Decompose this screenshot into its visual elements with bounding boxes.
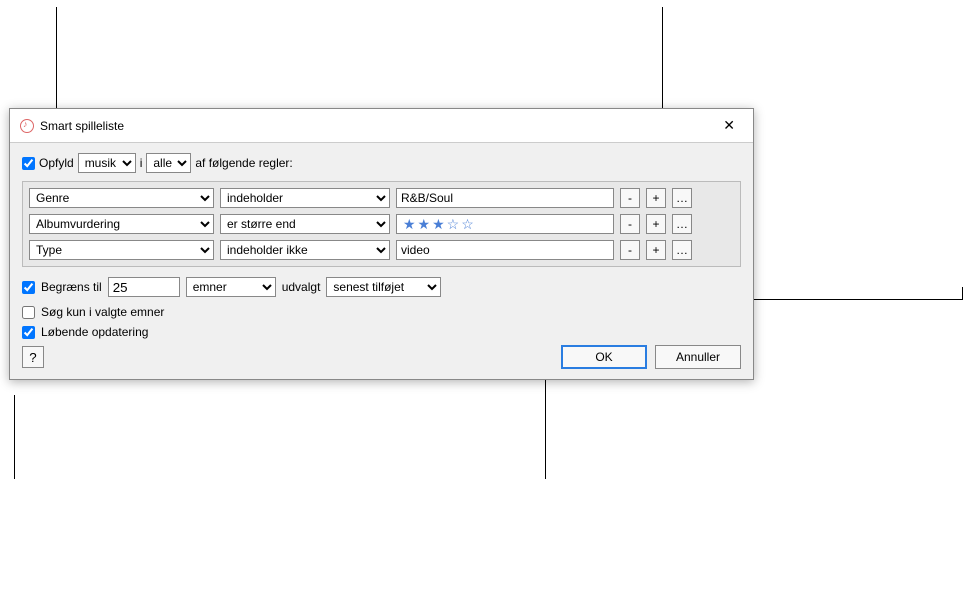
rule-value-input[interactable] — [396, 240, 614, 260]
rule-row: Albumvurdering er større end ★★★☆☆ - + … — [29, 214, 734, 234]
match-label-prefix: Opfyld — [39, 156, 74, 170]
live-update-checkbox[interactable] — [22, 326, 35, 339]
only-checked-checkbox[interactable] — [22, 306, 35, 319]
limit-row: Begræns til emner udvalgt senest tilføje… — [22, 277, 741, 297]
only-checked-label: Søg kun i valgte emner — [41, 305, 164, 319]
live-update-row: Løbende opdatering — [22, 325, 741, 339]
rule-operator-select[interactable]: indeholder — [220, 188, 390, 208]
limit-checkbox[interactable] — [22, 281, 35, 294]
limit-sort-select[interactable]: senest tilføjet — [326, 277, 441, 297]
limit-unit-select[interactable]: emner — [186, 277, 276, 297]
rule-field-select[interactable]: Type — [29, 240, 214, 260]
rule-value-input[interactable] — [396, 188, 614, 208]
rule-row: Genre indeholder - + … — [29, 188, 734, 208]
match-scope-select[interactable]: alle — [146, 153, 191, 173]
only-checked-row: Søg kun i valgte emner — [22, 305, 741, 319]
cancel-button[interactable]: Annuller — [655, 345, 741, 369]
titlebar: Smart spilleliste ✕ — [10, 109, 753, 143]
music-app-icon — [20, 119, 34, 133]
limit-selected-label: udvalgt — [282, 280, 321, 294]
remove-rule-button[interactable]: - — [620, 214, 640, 234]
rule-field-select[interactable]: Albumvurdering — [29, 214, 214, 234]
close-button[interactable]: ✕ — [715, 115, 743, 136]
rule-field-select[interactable]: Genre — [29, 188, 214, 208]
ok-button[interactable]: OK — [561, 345, 647, 369]
match-connector: i — [140, 156, 143, 170]
dialog-footer: ? OK Annuller — [22, 345, 741, 369]
add-rule-button[interactable]: + — [646, 214, 666, 234]
add-rule-button[interactable]: + — [646, 240, 666, 260]
dialog-title: Smart spilleliste — [40, 119, 124, 133]
match-row: Opfyld musik i alle af følgende regler: — [22, 153, 741, 173]
live-update-label: Løbende opdatering — [41, 325, 148, 339]
titlebar-left: Smart spilleliste — [20, 119, 124, 133]
limit-label: Begræns til — [41, 280, 102, 294]
add-rule-button[interactable]: + — [646, 188, 666, 208]
limit-value-input[interactable] — [108, 277, 180, 297]
rule-row: Type indeholder ikke - + … — [29, 240, 734, 260]
dialog-body: Opfyld musik i alle af følgende regler: … — [10, 143, 753, 379]
more-rule-button[interactable]: … — [672, 214, 692, 234]
rule-operator-select[interactable]: indeholder ikke — [220, 240, 390, 260]
more-rule-button[interactable]: … — [672, 240, 692, 260]
callout-line-bottomleft — [14, 395, 15, 479]
remove-rule-button[interactable]: - — [620, 188, 640, 208]
smart-playlist-dialog: Smart spilleliste ✕ Opfyld musik i alle … — [9, 108, 754, 380]
match-checkbox[interactable] — [22, 157, 35, 170]
more-rule-button[interactable]: … — [672, 188, 692, 208]
rule-operator-select[interactable]: er større end — [220, 214, 390, 234]
media-type-select[interactable]: musik — [78, 153, 136, 173]
callout-line-right-v — [962, 287, 963, 300]
rule-value-stars[interactable]: ★★★☆☆ — [396, 214, 614, 234]
match-label-suffix: af følgende regler: — [195, 156, 292, 170]
rules-container: Genre indeholder - + … Albumvurdering er… — [22, 181, 741, 267]
dialog-button-group: OK Annuller — [561, 345, 741, 369]
help-button[interactable]: ? — [22, 346, 44, 368]
remove-rule-button[interactable]: - — [620, 240, 640, 260]
